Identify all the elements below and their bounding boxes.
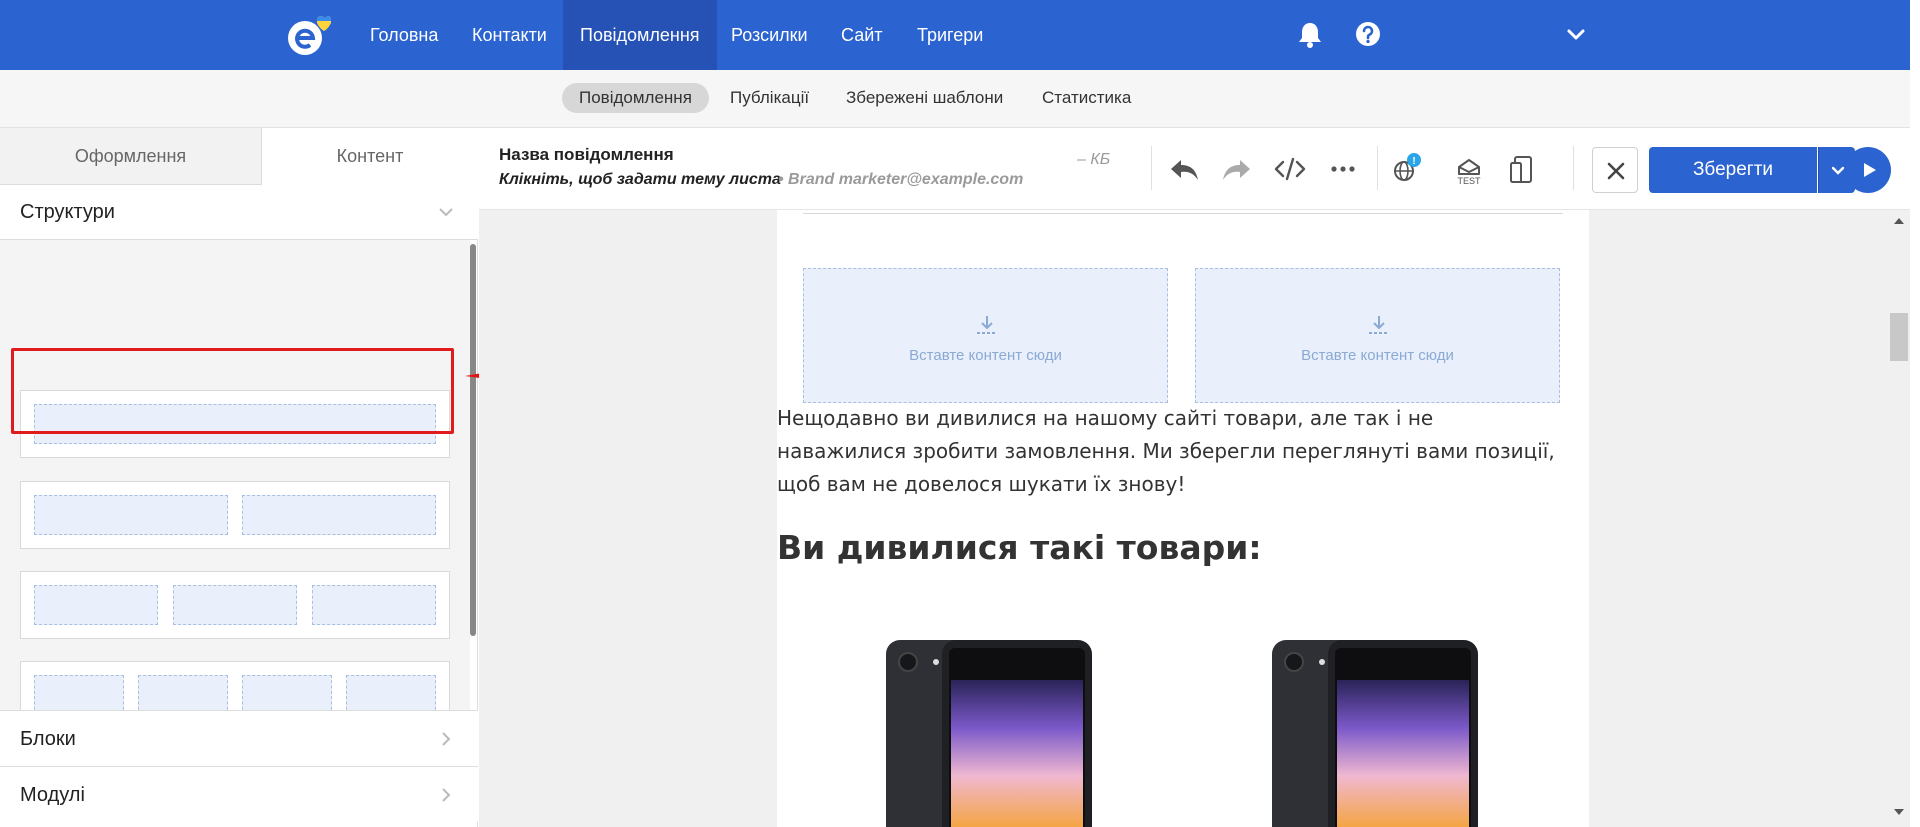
structures-title: Структури <box>20 201 115 223</box>
left-panel: Оформлення Контент Структури Блоки Модул… <box>0 128 478 827</box>
structure-4-columns[interactable] <box>20 661 450 710</box>
structure-cell <box>138 675 228 710</box>
test-send-icon[interactable]: TEST <box>1449 152 1489 186</box>
drop-zone[interactable]: Вставте контент сюди <box>803 268 1168 403</box>
email-heading[interactable]: Ви дивилися такі товари: <box>777 528 1262 567</box>
structure-2-columns[interactable] <box>20 481 450 549</box>
nav-item-triggers[interactable]: Тригери <box>900 0 1000 70</box>
subnav-saved-templates[interactable]: Збережені шаблони <box>829 83 1020 113</box>
undo-icon[interactable] <box>1167 152 1201 186</box>
product-image[interactable] <box>1272 640 1480 827</box>
email-body-text[interactable]: Нещодавно ви дивилися на нашому сайті то… <box>777 402 1557 501</box>
structure-cell <box>242 495 436 535</box>
editor-toolbar: Назва повідомлення Клікніть, щоб задати … <box>479 128 1910 210</box>
subnav-statistics[interactable]: Статистика <box>1025 83 1148 113</box>
help-icon[interactable] <box>1354 20 1382 48</box>
insert-content-icon <box>1369 316 1389 334</box>
nav-item-messages[interactable]: Повідомлення <box>563 0 717 70</box>
subnav-publications[interactable]: Публікації <box>713 83 826 113</box>
structure-cell <box>34 495 228 535</box>
structure-cell <box>242 675 332 710</box>
modules-title: Модулі <box>20 784 85 806</box>
send-play-button[interactable] <box>1845 147 1891 193</box>
close-button[interactable] <box>1592 147 1638 193</box>
structure-3-columns[interactable] <box>20 571 450 639</box>
drop-zone-label: Вставте контент сюди <box>1301 347 1454 364</box>
insert-content-icon <box>977 316 997 334</box>
message-name[interactable]: Назва повідомлення <box>499 145 674 165</box>
globe-icon[interactable]: ! <box>1389 152 1423 186</box>
subject-prompt[interactable]: Клікніть, щоб задати тему листа <box>499 171 781 189</box>
tab-design[interactable]: Оформлення <box>0 128 262 185</box>
sender-address: • Brand marketer@example.com <box>778 171 1024 188</box>
scroll-up-icon[interactable] <box>1893 216 1905 226</box>
structures-list <box>0 240 470 710</box>
modules-section[interactable]: Модулі <box>0 766 478 822</box>
tab-content[interactable]: Контент <box>262 128 478 185</box>
email-body: Вставте контент сюди Вставте контент сюд… <box>777 210 1589 827</box>
device-preview-icon[interactable] <box>1506 152 1540 186</box>
nav-item-home[interactable]: Головна <box>353 0 455 70</box>
window-edge <box>1910 0 1920 827</box>
logo-icon[interactable] <box>287 12 331 58</box>
product-image[interactable] <box>886 640 1094 827</box>
more-options-icon[interactable] <box>1326 152 1360 186</box>
structure-cell <box>34 404 436 444</box>
chevron-right-icon <box>442 732 451 746</box>
left-panel-scrollbar[interactable] <box>470 244 476 636</box>
structure-cell <box>34 675 124 710</box>
blocks-section[interactable]: Блоки <box>0 710 478 766</box>
message-size: – КБ <box>1077 151 1111 168</box>
play-icon <box>1864 163 1876 177</box>
nav-item-site[interactable]: Сайт <box>824 0 900 70</box>
divider <box>803 213 1563 214</box>
structures-section-header[interactable]: Структури <box>0 185 478 240</box>
drop-zone-label: Вставте контент сюди <box>909 347 1062 364</box>
sub-navigation: Повідомлення Публікації Збережені шаблон… <box>0 70 1910 128</box>
canvas-scrollbar[interactable] <box>1887 210 1910 827</box>
structure-cell <box>173 585 297 625</box>
email-canvas: Вставте контент сюди Вставте контент сюд… <box>479 210 1887 827</box>
nav-item-mailings[interactable]: Розсилки <box>714 0 825 70</box>
structure-cell <box>312 585 436 625</box>
save-button[interactable]: Зберегти <box>1649 147 1817 193</box>
toolbar-divider <box>1573 146 1574 190</box>
notification-badge: ! <box>1412 156 1415 167</box>
code-icon[interactable] <box>1273 152 1307 186</box>
redo-icon[interactable] <box>1220 152 1254 186</box>
top-navigation-bar: Головна Контакти Повідомлення Розсилки С… <box>0 0 1910 70</box>
structure-cell <box>34 585 158 625</box>
drop-zone[interactable]: Вставте контент сюди <box>1195 268 1560 403</box>
subnav-messages[interactable]: Повідомлення <box>562 83 709 113</box>
nav-item-contacts[interactable]: Контакти <box>455 0 564 70</box>
chevron-down-icon <box>439 208 453 217</box>
chevron-right-icon <box>442 788 451 802</box>
toolbar-divider <box>1377 146 1378 190</box>
blocks-title: Блоки <box>20 728 76 750</box>
structure-1-column[interactable] <box>20 390 450 458</box>
canvas-scroll-thumb[interactable] <box>1890 313 1908 361</box>
chevron-down-icon[interactable] <box>1562 20 1590 48</box>
toolbar-divider <box>1151 146 1152 190</box>
scroll-down-icon[interactable] <box>1893 807 1905 817</box>
close-icon <box>1607 162 1625 180</box>
test-label: TEST <box>1457 176 1481 186</box>
structure-cell <box>346 675 436 710</box>
bell-icon[interactable] <box>1296 20 1324 48</box>
